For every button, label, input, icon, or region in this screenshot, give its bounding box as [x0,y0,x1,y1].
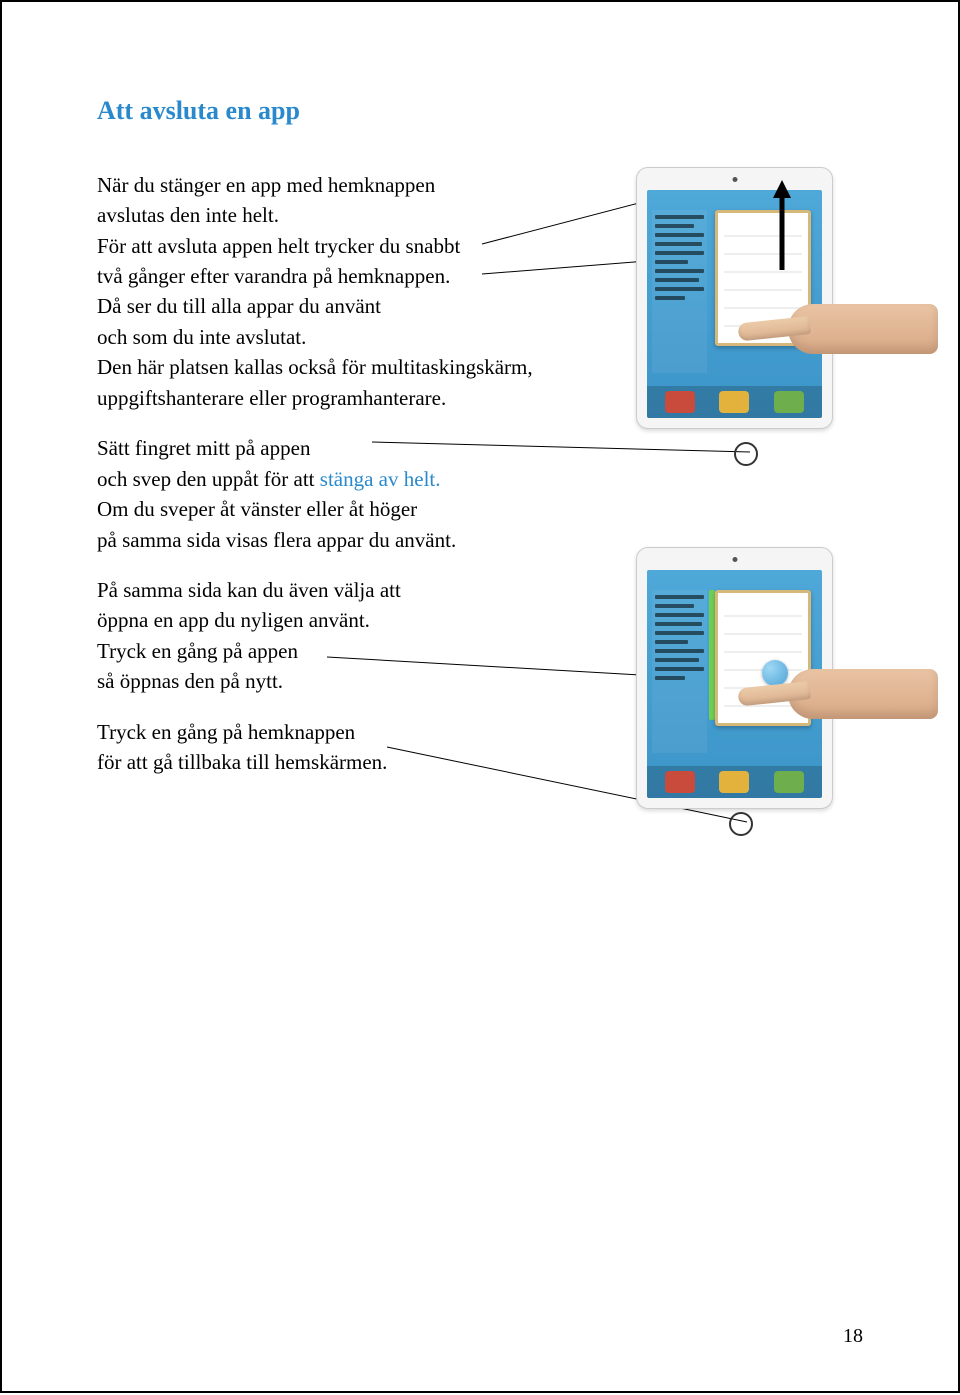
hand-pointing-icon [738,647,938,737]
tablet-camera-icon [732,557,737,562]
swipe-up-arrow-icon [776,180,788,270]
text-line: Om du sveper åt vänster eller åt höger [97,494,863,524]
text-line: För att avsluta appen helt trycker du sn… [97,231,863,261]
text-line: för att gå tillbaka till hemskärmen. [97,747,863,777]
text-line: På samma sida kan du även välja att [97,575,863,605]
text-line: på samma sida visas flera appar du använ… [97,525,863,555]
text-line: öppna en app du nyligen använt. [97,605,863,635]
emphasis-link: stänga av helt. [320,467,441,491]
callout-circle-icon [734,442,758,466]
text-line: och svep den uppåt för att stänga av hel… [97,464,863,494]
page-number: 18 [843,1322,863,1351]
text-line: När du stänger en app med hemknappen [97,170,863,200]
document-page: Att avsluta en app När du stänger en app… [0,0,960,1393]
page-title: Att avsluta en app [97,92,863,130]
text-line: uppgiftshanterare eller programhanterare… [97,383,863,413]
text-span: och svep den uppåt för att [97,467,320,491]
hand-pointing-icon [738,282,938,372]
text-line: avslutas den inte helt. [97,200,863,230]
callout-circle-icon [729,812,753,836]
